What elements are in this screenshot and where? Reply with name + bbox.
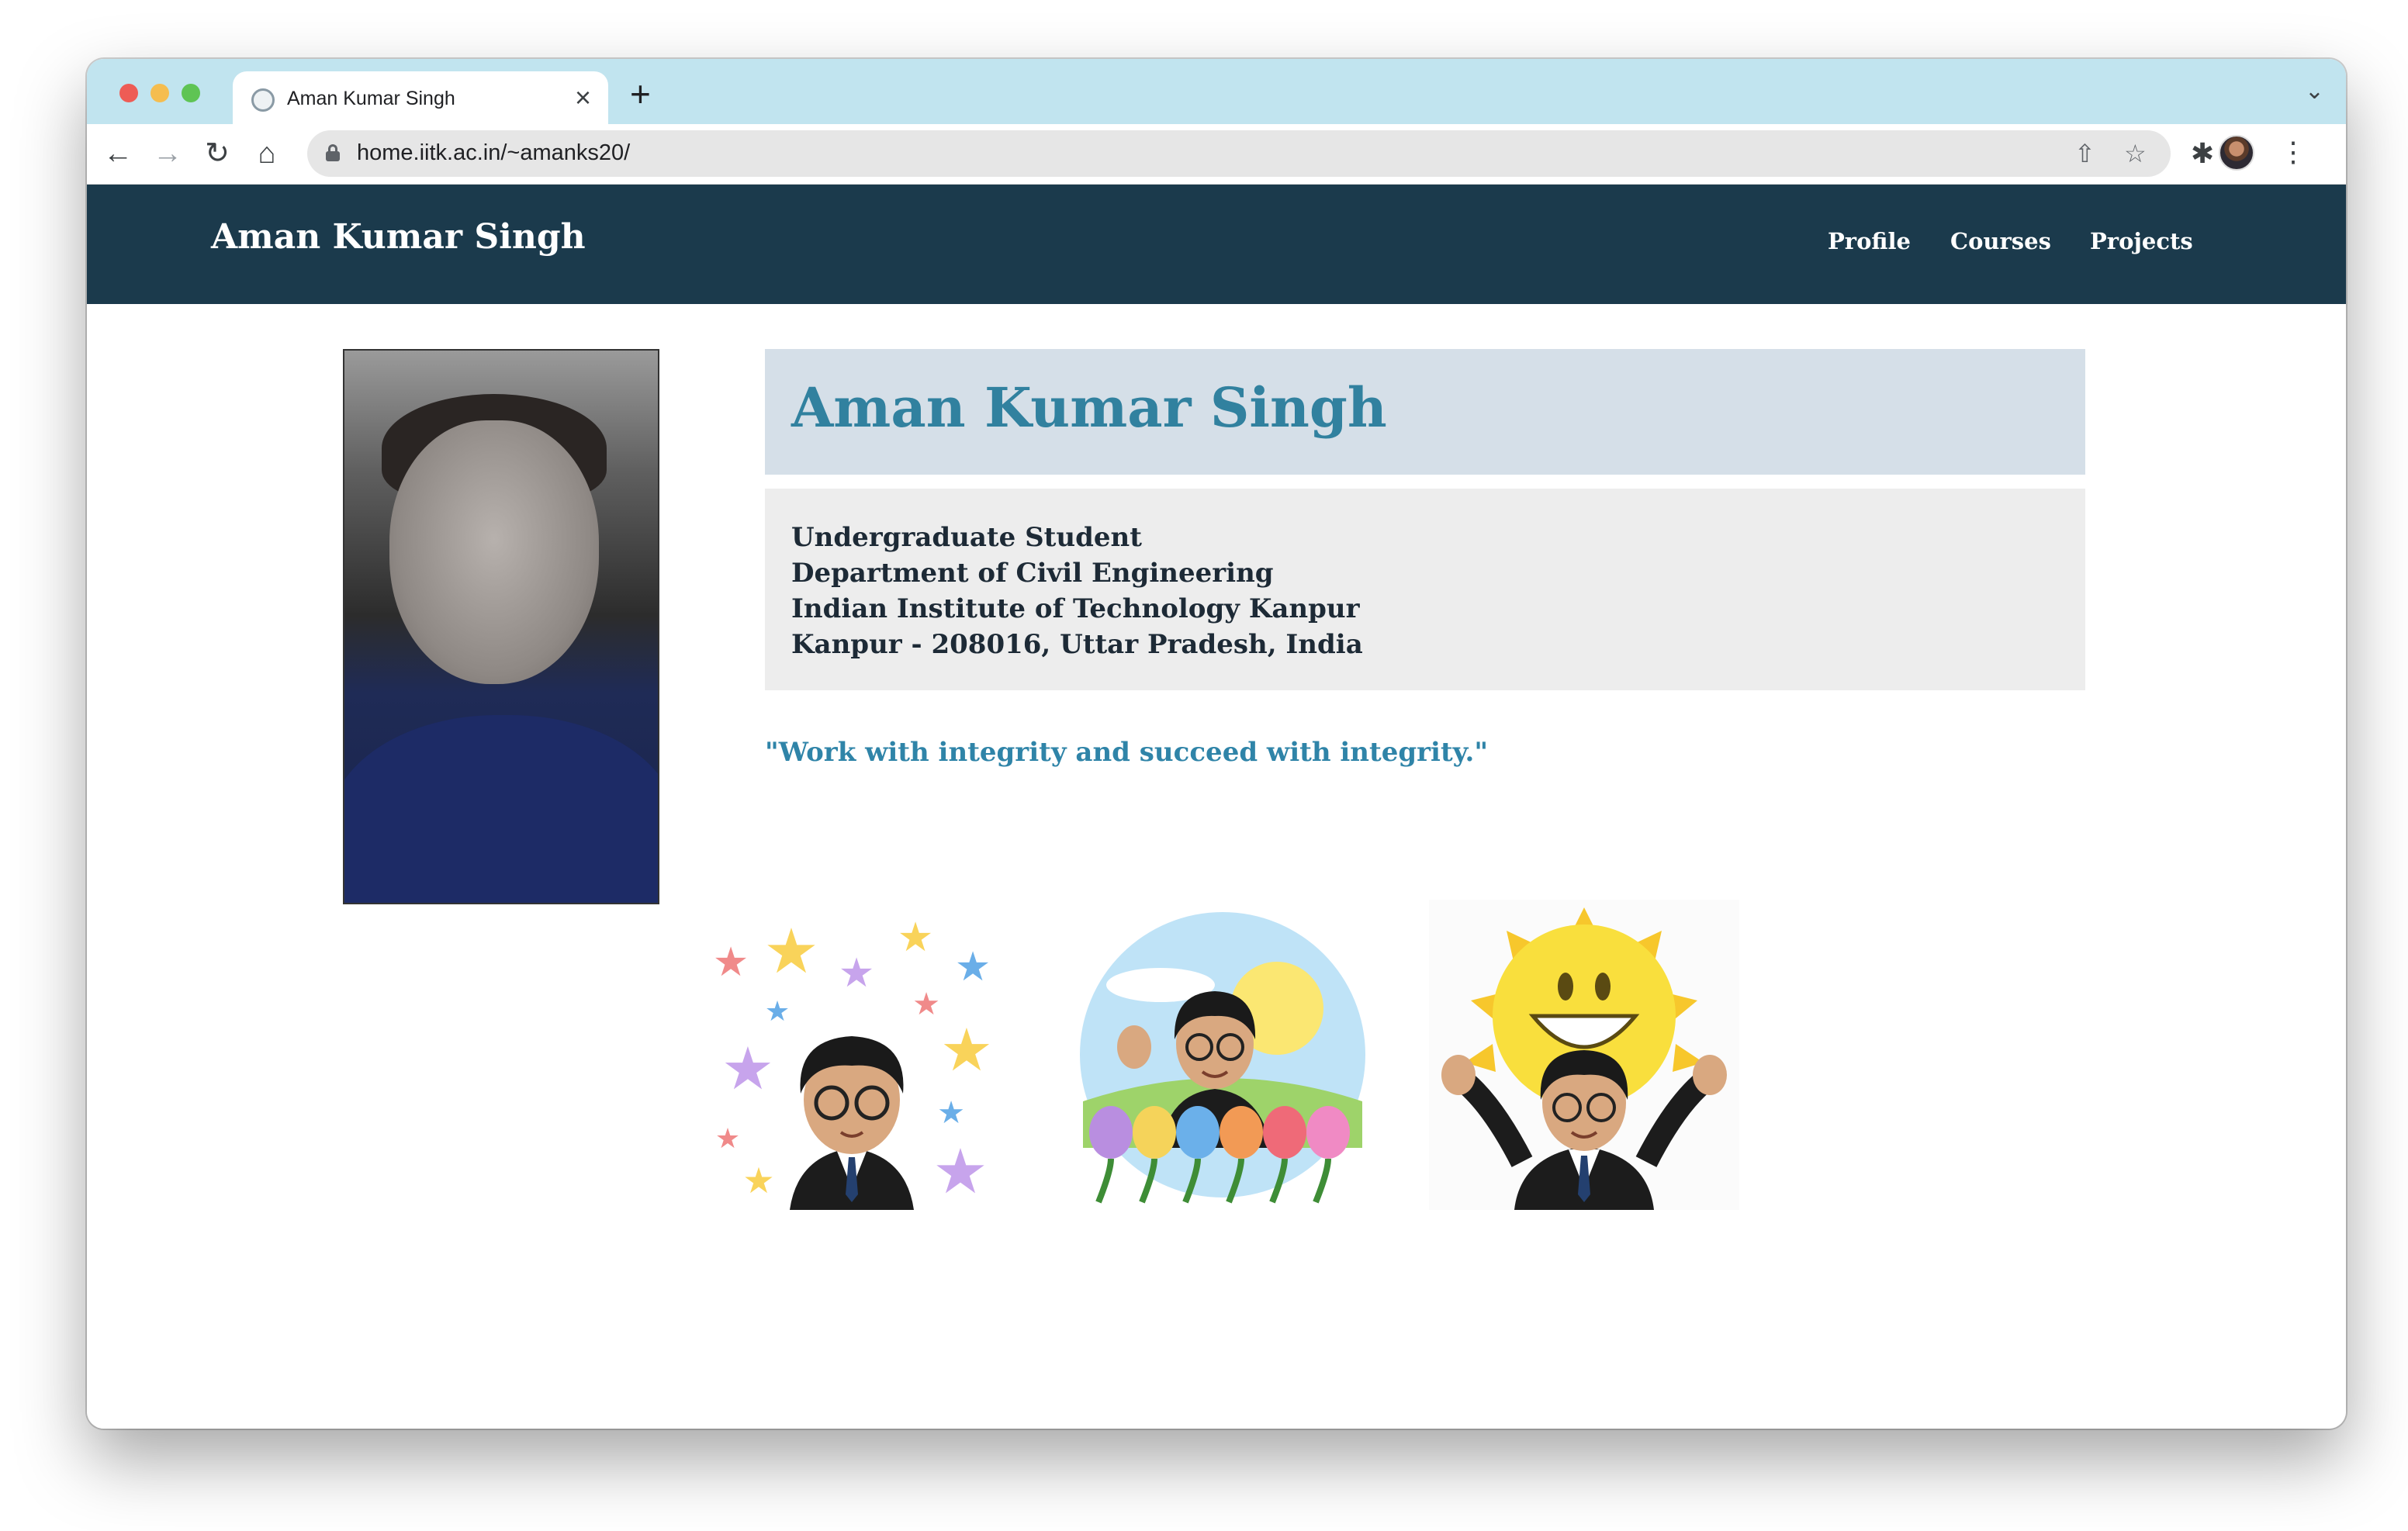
info-line-department: Department of Civil Engineering (791, 558, 1274, 589)
site-navbar: Aman Kumar Singh Profile Courses Project… (87, 185, 2346, 304)
forward-arrow-icon[interactable]: → (147, 133, 188, 174)
maximize-window-button[interactable] (182, 84, 200, 102)
svg-text:★: ★ (715, 1122, 740, 1154)
address-bar[interactable]: home.iitk.ac.in/~amanks20/ ⇧ ☆ (307, 130, 2171, 177)
lock-icon[interactable] (326, 144, 340, 161)
avatar-sun-sticker (1429, 900, 1739, 1210)
nav-link-courses[interactable]: Courses (1950, 228, 2051, 254)
svg-text:★: ★ (937, 1096, 965, 1130)
site-brand[interactable]: Aman Kumar Singh (211, 217, 586, 257)
svg-text:★: ★ (955, 945, 991, 990)
info-line-address: Kanpur - 208016, Uttar Pradesh, India (791, 629, 1363, 660)
profile-photo (343, 349, 659, 904)
active-tab[interactable]: Aman Kumar Singh × (233, 71, 608, 124)
profile-quote: "Work with integrity and succeed with in… (765, 737, 1489, 768)
home-icon[interactable]: ⌂ (247, 133, 287, 174)
reload-icon[interactable]: ↻ (197, 133, 237, 174)
avatar-tulips-sticker (1067, 900, 1378, 1210)
name-banner: Aman Kumar Singh (765, 349, 2085, 475)
svg-text:★: ★ (898, 915, 934, 960)
browser-toolbar: ← → ↻ ⌂ home.iitk.ac.in/~amanks20/ ⇧ ☆ ✱… (87, 124, 2346, 185)
close-window-button[interactable] (119, 84, 138, 102)
svg-text:★: ★ (912, 987, 940, 1021)
browser-window: Aman Kumar Singh × + ⌄ ← → ↻ ⌂ home.iitk… (87, 59, 2346, 1429)
minimize-window-button[interactable] (150, 84, 169, 102)
svg-text:★: ★ (765, 995, 790, 1027)
nav-link-projects[interactable]: Projects (2090, 228, 2193, 254)
page-viewport: Aman Kumar Singh Profile Courses Project… (87, 185, 2346, 1429)
profile-name-heading: Aman Kumar Singh (791, 375, 1387, 440)
svg-text:★: ★ (940, 1018, 993, 1083)
svg-text:★: ★ (932, 1137, 988, 1206)
info-line-institute: Indian Institute of Technology Kanpur (791, 593, 1360, 624)
tab-close-icon[interactable]: × (575, 82, 591, 113)
nav-link-profile[interactable]: Profile (1828, 228, 1911, 254)
new-tab-button[interactable]: + (630, 76, 651, 112)
bookmark-star-icon[interactable]: ☆ (2124, 138, 2147, 169)
tab-strip: Aman Kumar Singh × + ⌄ (87, 59, 2346, 124)
avatar-stars-sticker: ★ ★ ★ ★ ★ ★ ★ ★ ★ ★ ★ ★ ★ (704, 900, 1015, 1210)
svg-text:★: ★ (713, 940, 749, 985)
share-icon[interactable]: ⇧ (2074, 138, 2095, 169)
url-text[interactable]: home.iitk.ac.in/~amanks20/ (357, 140, 630, 166)
site-favicon-icon (251, 88, 275, 112)
svg-text:★: ★ (839, 951, 875, 996)
info-line-role: Undergraduate Student (791, 522, 1142, 553)
back-arrow-icon[interactable]: ← (98, 133, 138, 174)
extensions-puzzle-icon[interactable]: ✱ (2191, 135, 2214, 172)
svg-text:★: ★ (742, 1160, 774, 1201)
svg-text:★: ★ (721, 1036, 774, 1102)
profile-avatar[interactable] (2219, 135, 2254, 171)
tab-search-chevron-icon[interactable]: ⌄ (2305, 78, 2324, 105)
browser-menu-icon[interactable]: ⋮ (2279, 137, 2307, 168)
profile-info-box: Undergraduate Student Department of Civi… (765, 489, 2085, 690)
svg-text:★: ★ (763, 917, 819, 986)
tab-title: Aman Kumar Singh (287, 88, 455, 109)
